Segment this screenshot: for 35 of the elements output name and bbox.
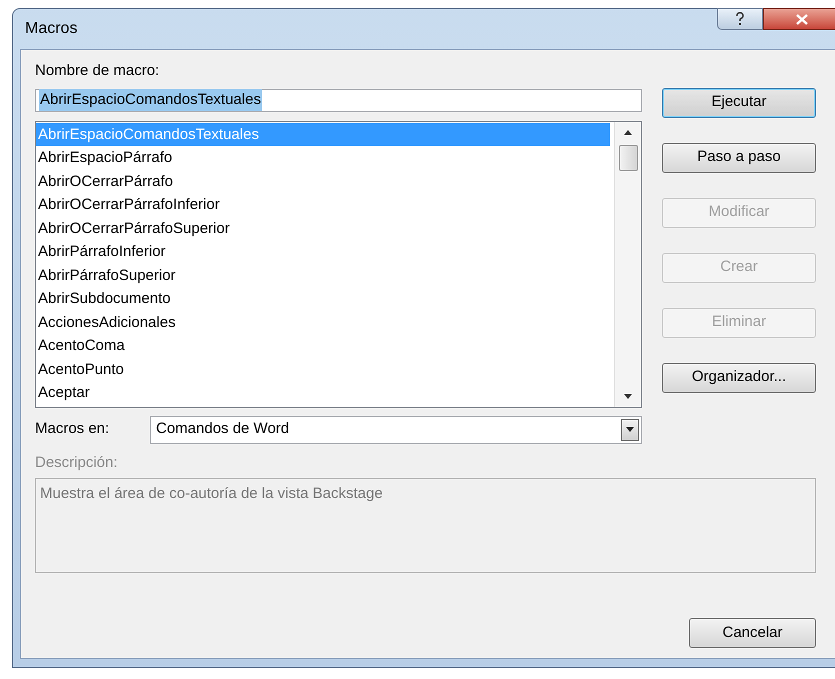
macro-list-item[interactable]: AcentoPunto	[36, 358, 610, 381]
macro-list-item[interactable]: AbrirOCerrarPárrafo	[36, 170, 610, 193]
macros-in-label: Macros en:	[35, 419, 110, 440]
macro-list-item[interactable]: AbrirPárrafoInferior	[36, 240, 610, 264]
close-icon	[796, 14, 808, 24]
scroll-up-icon[interactable]	[624, 130, 632, 134]
description-label: Descripción:	[35, 452, 119, 472]
caret-icon	[626, 427, 634, 432]
macro-list-item[interactable]: AccionesAdicionales	[36, 310, 610, 334]
macro-list-item[interactable]: Aceptar	[36, 381, 610, 404]
macro-list-item[interactable]: AbrirOCerrarPárrafoSuperior	[36, 216, 610, 240]
macros-in-dropdown[interactable]: Comandos de Word	[150, 416, 642, 444]
macro-list-item[interactable]: AcentoComa	[36, 334, 610, 358]
macro-name-label: Nombre de macro:	[35, 61, 160, 81]
scroll-down-icon[interactable]	[624, 394, 632, 398]
dialog-button[interactable]: Ejecutar	[662, 88, 816, 118]
field-value: AbrirEspacioComandosTextuales	[39, 88, 262, 112]
help-button[interactable]	[717, 8, 763, 30]
macro-list-item[interactable]: AbrirSubdocumento	[36, 287, 610, 310]
window-title: Macros	[25, 19, 78, 39]
close-button[interactable]	[763, 8, 835, 30]
help-icon	[735, 12, 745, 26]
dropdown-arrow-button[interactable]	[621, 418, 639, 440]
scrollbar[interactable]	[614, 122, 641, 406]
macro-list-item[interactable]: AbrirPárrafoSuperior	[36, 264, 610, 287]
macro-list-item[interactable]: AbrirOCerrarPárrafoInferior	[36, 193, 610, 216]
macro-list[interactable]	[35, 120, 642, 408]
dropdown-value: Comandos de Word	[156, 419, 290, 440]
description-text: Muestra el área de co-autoría de la vista Backstage	[40, 485, 383, 502]
macro-list-item[interactable]: AbrirEspacioPárrafo	[36, 146, 610, 170]
scrollbar-thumb[interactable]	[618, 144, 638, 170]
cancel-button[interactable]: Cancelar	[689, 618, 816, 648]
dialog-button[interactable]: Paso a paso	[662, 142, 816, 172]
macro-name-field[interactable]: AbrirEspacioComandosTextuales	[35, 88, 642, 112]
dialog-button[interactable]: Organizador...	[662, 362, 816, 392]
